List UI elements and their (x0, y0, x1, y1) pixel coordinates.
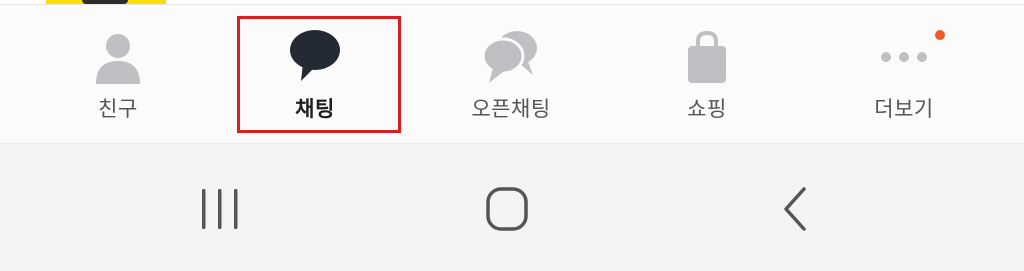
tab-shopping[interactable]: 쇼핑 (632, 5, 782, 143)
more-dots-icon (881, 52, 927, 62)
tab-more[interactable]: 더보기 (829, 5, 979, 143)
tab-label-friends: 친구 (98, 97, 138, 121)
list-avatar-edge-dark (82, 0, 128, 4)
bottom-tab-bar: 친구 채팅 오픈채팅 쇼핑 더보기 (0, 5, 1024, 144)
tab-label-more: 더보기 (874, 97, 934, 121)
tab-chat[interactable]: 채팅 (240, 5, 390, 143)
chat-bubble-icon (290, 30, 340, 81)
tab-label-openchat: 오픈채팅 (471, 97, 551, 121)
notification-dot (935, 30, 945, 40)
home-icon[interactable] (472, 184, 542, 234)
double-chat-bubble-icon (481, 31, 537, 83)
tab-openchat[interactable]: 오픈채팅 (436, 5, 586, 143)
person-icon (96, 34, 140, 84)
tab-label-shopping: 쇼핑 (687, 97, 727, 121)
kakaotalk-bottom-screen: 친구 채팅 오픈채팅 쇼핑 더보기 (0, 0, 1024, 271)
tab-label-chat: 채팅 (295, 97, 335, 121)
shopping-bag-icon (688, 30, 726, 83)
tab-friends[interactable]: 친구 (43, 5, 193, 143)
back-icon[interactable] (760, 184, 830, 234)
system-navigation-bar (0, 144, 1024, 271)
recents-icon[interactable] (185, 184, 255, 234)
